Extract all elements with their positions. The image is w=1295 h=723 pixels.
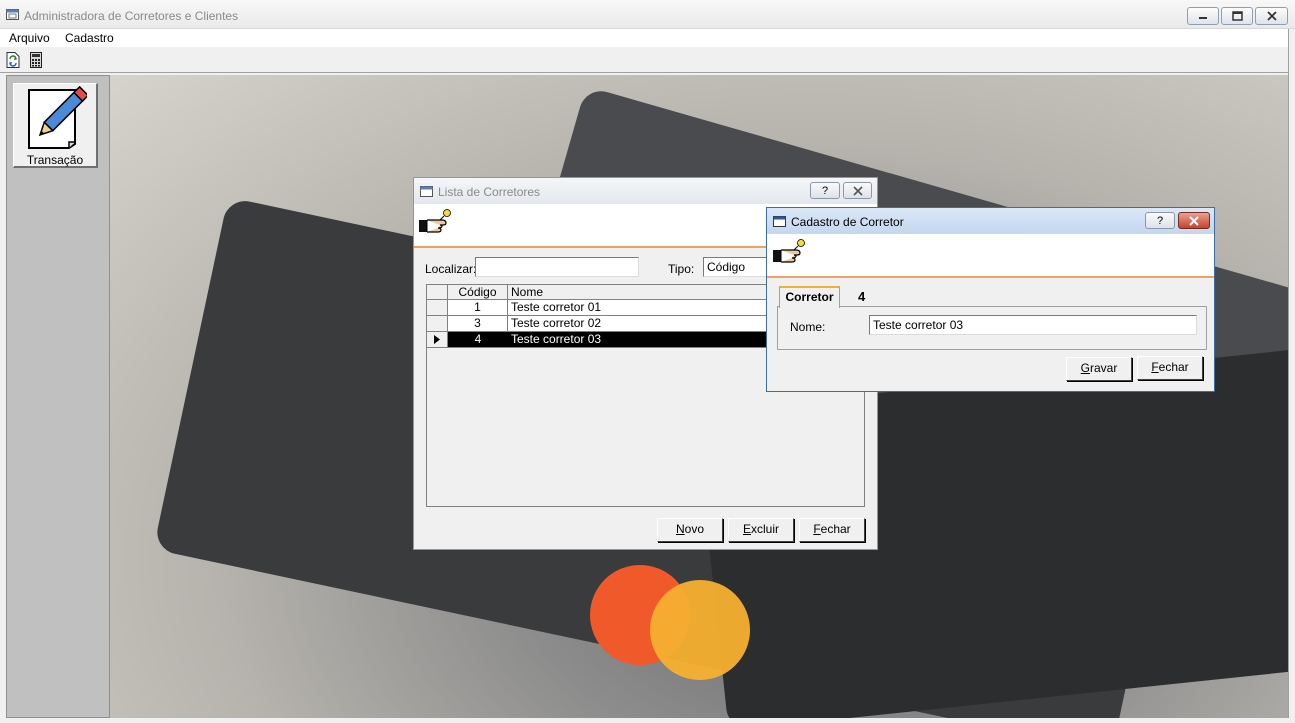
sidebar: Transação (6, 75, 110, 718)
tab-corretor[interactable]: Corretor (779, 286, 840, 308)
row-pointer-icon (434, 335, 440, 344)
cell-codigo: 1 (448, 300, 508, 316)
cell-codigo: 4 (474, 332, 482, 346)
localizar-input[interactable] (475, 257, 639, 277)
lista-close-button[interactable] (843, 182, 872, 199)
localizar-label: Localizar: (425, 262, 477, 276)
cell-codigo: 3 (448, 316, 508, 332)
window-right-edge (1288, 29, 1295, 723)
maximize-button[interactable] (1221, 7, 1253, 25)
help-icon: ? (821, 184, 829, 197)
refresh-icon[interactable] (6, 52, 20, 68)
cadastro-header-panel (767, 234, 1214, 278)
record-id: 4 (858, 289, 866, 304)
menu-arquivo[interactable]: Arquivo (9, 31, 50, 45)
column-header-nome[interactable]: Nome (511, 285, 761, 301)
main-title-bar[interactable]: Administradora de Corretores e Clientes (0, 0, 1295, 29)
cadastro-title-bar[interactable]: Cadastro de Corretor ? (767, 208, 1214, 235)
cell-nome: Teste corretor 03 (511, 332, 602, 346)
excluir-button[interactable]: Excluir (728, 518, 794, 542)
window-bottom-edge (0, 718, 1295, 723)
toolbar (0, 47, 1295, 73)
lista-help-button[interactable]: ? (810, 182, 840, 199)
fechar-lista-button[interactable]: Fechar (799, 518, 865, 542)
menu-bar: Arquivo Cadastro (0, 29, 1295, 47)
menu-cadastro[interactable]: Cadastro (65, 31, 114, 45)
close-button[interactable] (1255, 7, 1288, 25)
minimize-button[interactable] (1187, 7, 1219, 25)
novo-button[interactable]: Novo (657, 518, 723, 542)
help-icon: ? (1156, 214, 1164, 227)
transacao-label: Transação (26, 153, 84, 167)
tipo-label: Tipo: (668, 262, 695, 276)
pointing-hand-icon (773, 239, 805, 263)
nome-field[interactable]: Teste corretor 03 (869, 315, 1197, 335)
calculator-icon[interactable] (29, 52, 43, 68)
cell-nome: Teste corretor 01 (511, 300, 602, 314)
cadastro-help-button[interactable]: ? (1145, 212, 1175, 229)
minimize-icon (1199, 17, 1207, 19)
lista-title: Lista de Corretores (438, 185, 541, 199)
fechar-cadastro-button[interactable]: Fechar (1137, 356, 1203, 380)
cadastro-title: Cadastro de Corretor (791, 215, 904, 229)
window-icon (773, 216, 786, 227)
restore-icon (1231, 11, 1243, 21)
close-icon (852, 185, 863, 196)
close-icon (1266, 11, 1277, 21)
lista-title-bar[interactable]: Lista de Corretores ? (414, 178, 877, 205)
window-icon (420, 186, 433, 197)
close-icon (1189, 215, 1199, 226)
gravar-button[interactable]: Gravar (1066, 357, 1132, 381)
transacao-button[interactable]: Transação (13, 83, 98, 168)
cell-nome: Teste corretor 02 (511, 316, 602, 330)
window-app-icon (6, 9, 19, 20)
nome-label: Nome: (790, 320, 826, 334)
pencil-document-icon (28, 86, 87, 149)
tipo-select[interactable]: Código (703, 257, 769, 277)
column-header-codigo[interactable]: Código (448, 285, 508, 301)
pointing-hand-icon (419, 209, 451, 233)
cadastro-close-button[interactable] (1178, 212, 1210, 229)
main-window-title: Administradora de Corretores e Clientes (24, 9, 239, 23)
